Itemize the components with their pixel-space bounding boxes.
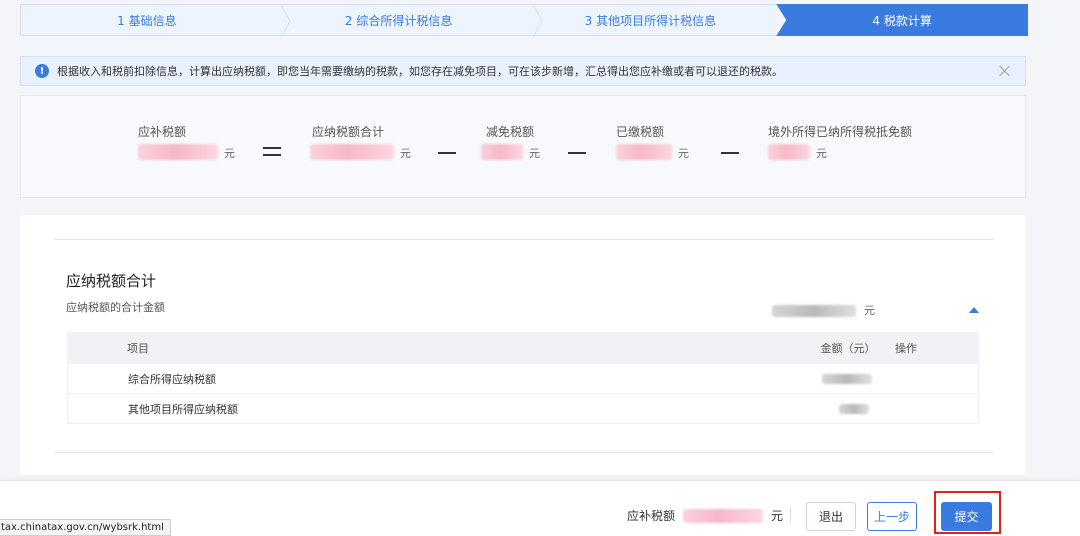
tax-formula-card: 应补税额 元 应纳税额合计 元 减免税额 元 已缴税额 元 境外所得已纳所得税抵… xyxy=(20,95,1026,198)
previous-step-button[interactable]: 上一步 xyxy=(867,502,917,531)
info-icon: ! xyxy=(35,64,49,78)
step-tax-calculation[interactable]: 4 税款计算 xyxy=(776,4,1028,36)
info-banner: ! 根据收入和税前扣除信息，计算出应纳税额，即您当年需要缴纳的税款，如您存在减免… xyxy=(20,56,1026,86)
step-basic-info[interactable]: 1 基础信息 xyxy=(20,4,291,37)
tax-breakdown-table: 项目 金额（元） 操作 综合所得应纳税额 其他项目所得应纳税额 xyxy=(67,332,979,424)
section-subtitle: 应纳税额的合计金额 xyxy=(66,301,165,314)
row-item-label: 综合所得应纳税额 xyxy=(128,372,216,386)
masked-amount xyxy=(138,144,218,160)
step-label: 1 基础信息 xyxy=(117,13,177,28)
row-amount xyxy=(806,373,888,384)
row-amount xyxy=(806,403,888,414)
unit-label: 元 xyxy=(224,147,235,160)
formula-value-tax-total: 元 xyxy=(310,144,411,160)
step-label: 4 税款计算 xyxy=(872,13,932,28)
step-progress: 1 基础信息 2 综合所得计税信息 3 其他项目所得计税信息 4 税款计算 xyxy=(20,4,1028,37)
formula-label-foreign-credit: 境外所得已纳所得税抵免额 xyxy=(768,125,913,139)
step-label: 3 其他项目所得计税信息 xyxy=(584,13,717,28)
section-title: 应纳税额合计 xyxy=(66,272,157,290)
minus-sign xyxy=(721,152,739,154)
masked-amount xyxy=(310,144,394,160)
section-total-amount: 元 xyxy=(772,305,875,317)
formula-label-tax-paid: 已缴税额 xyxy=(616,125,665,139)
formula-value-foreign-credit: 元 xyxy=(768,144,827,160)
unit-label: 元 xyxy=(529,147,540,160)
tax-total-card: 应纳税额合计 应纳税额的合计金额 元 项目 金额（元） 操作 综合所得应纳税额 … xyxy=(20,215,1026,475)
bottom-total-label: 应补税额 xyxy=(627,509,676,523)
masked-amount xyxy=(616,144,672,160)
minus-sign xyxy=(568,152,586,154)
status-bar-url: tax.chinatax.gov.cn/wybsrk.html xyxy=(0,519,171,536)
banner-message: 根据收入和税前扣除信息，计算出应纳税额，即您当年需要缴纳的税款，如您存在减免项目… xyxy=(57,65,783,78)
unit-label: 元 xyxy=(678,147,689,160)
equals-sign xyxy=(263,147,281,156)
table-row: 综合所得应纳税额 xyxy=(67,364,979,394)
formula-label-tax-total: 应纳税额合计 xyxy=(312,125,385,139)
step-comprehensive-income[interactable]: 2 综合所得计税信息 xyxy=(272,4,543,37)
masked-amount xyxy=(683,508,764,523)
minus-sign xyxy=(438,152,456,154)
table-row: 其他项目所得应纳税额 xyxy=(67,394,979,424)
unit-label: 元 xyxy=(816,147,827,160)
step-other-income[interactable]: 3 其他项目所得计税信息 xyxy=(524,4,777,36)
formula-label-tax-reduction: 减免税额 xyxy=(486,125,535,139)
col-header-action: 操作 xyxy=(895,342,917,355)
masked-amount xyxy=(768,144,810,160)
collapse-caret-up-icon[interactable] xyxy=(968,300,980,313)
masked-amount xyxy=(822,373,873,384)
formula-label-tax-payable: 应补税额 xyxy=(138,125,187,139)
masked-amount xyxy=(772,305,856,317)
divider xyxy=(54,452,994,453)
masked-amount xyxy=(839,403,870,414)
table-header: 项目 金额（元） 操作 xyxy=(67,332,979,364)
unit-label: 元 xyxy=(864,304,875,317)
bottom-total: 应补税额 元 xyxy=(627,507,783,524)
col-header-item: 项目 xyxy=(127,342,149,355)
row-item-label: 其他项目所得应纳税额 xyxy=(128,402,238,416)
formula-value-tax-payable: 元 xyxy=(138,144,235,160)
divider xyxy=(790,507,791,523)
formula-value-tax-paid: 元 xyxy=(616,144,689,160)
unit-label: 元 xyxy=(400,147,411,160)
unit-label: 元 xyxy=(771,509,784,523)
exit-button[interactable]: 退出 xyxy=(806,502,856,531)
formula-value-tax-reduction: 元 xyxy=(481,144,540,160)
divider xyxy=(54,239,994,240)
submit-button[interactable]: 提交 xyxy=(941,502,992,531)
close-icon[interactable] xyxy=(997,63,1013,79)
masked-amount xyxy=(481,144,523,160)
col-header-amount: 金额（元） xyxy=(820,342,876,355)
step-label: 2 综合所得计税信息 xyxy=(344,13,453,28)
